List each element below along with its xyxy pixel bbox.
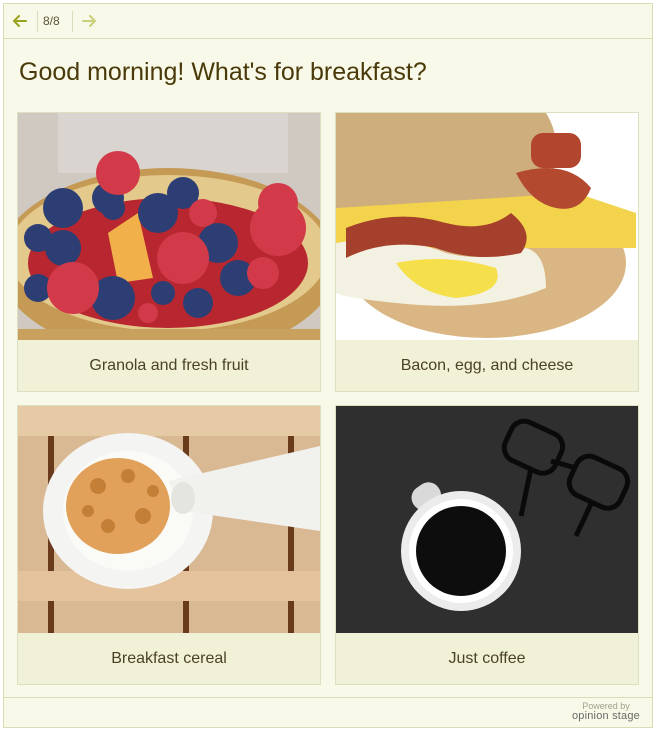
option-label: Bacon, egg, and cheese — [400, 356, 574, 374]
answer-option-granola[interactable]: Granola and fresh fruit — [17, 112, 321, 392]
answer-option-bacon-egg-cheese[interactable]: Bacon, egg, and cheese — [335, 112, 639, 392]
bowl-of-berries-photo — [18, 113, 320, 340]
arrow-right-icon — [82, 15, 96, 27]
black-coffee-and-glasses-photo — [336, 406, 638, 633]
previous-button[interactable] — [9, 10, 31, 32]
cereal-bowl-with-milk-photo — [18, 406, 320, 633]
powered-by-link[interactable]: Powered by opinion stage — [572, 702, 640, 722]
opinion-stage-logo: opinion stage — [571, 710, 640, 722]
arrow-left-icon — [13, 15, 27, 27]
option-label: Breakfast cereal — [111, 649, 227, 667]
answer-option-coffee[interactable]: Just coffee — [335, 405, 639, 685]
breakfast-sandwich-photo — [336, 113, 638, 340]
option-label: Just coffee — [448, 649, 526, 667]
question-counter: 8/8 — [43, 14, 60, 28]
quiz-widget: 8/8 Good morning! What's for breakfast? — [3, 3, 653, 728]
widget-footer: Powered by opinion stage — [4, 697, 652, 727]
next-button[interactable] — [78, 10, 100, 32]
option-label: Granola and fresh fruit — [89, 356, 249, 374]
quiz-nav-bar: 8/8 — [4, 4, 652, 39]
divider — [72, 11, 73, 32]
question-title: Good morning! What's for breakfast? — [19, 58, 427, 86]
answer-option-cereal[interactable]: Breakfast cereal — [17, 405, 321, 685]
divider — [37, 11, 38, 32]
